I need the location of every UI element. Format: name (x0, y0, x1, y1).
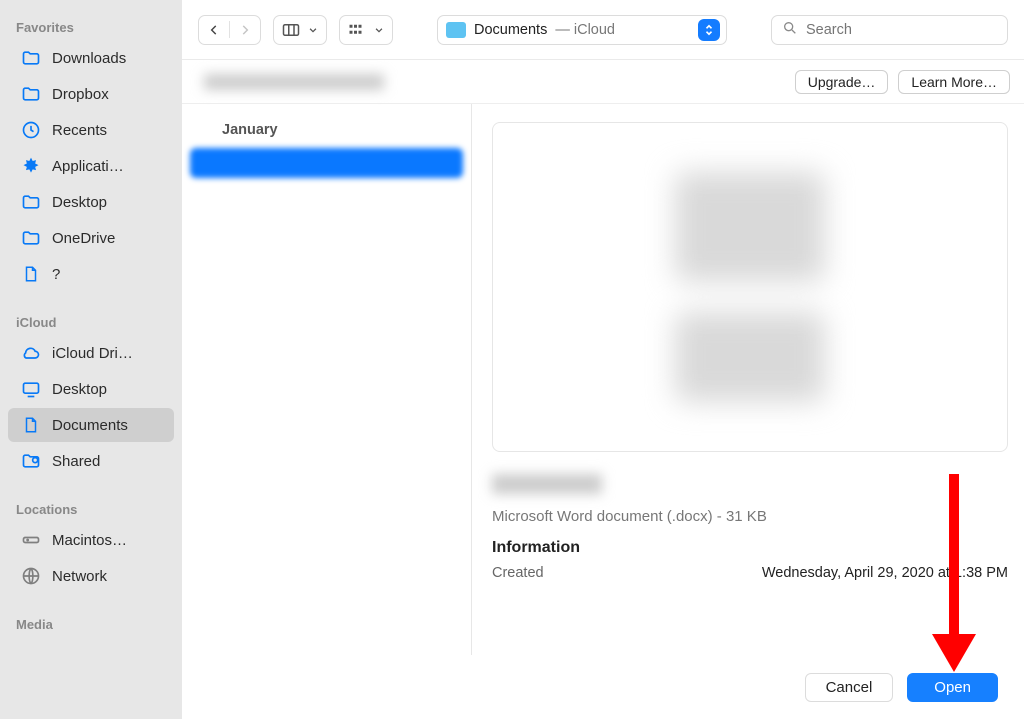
document-icon (20, 414, 42, 436)
sidebar-item-label: OneDrive (52, 230, 115, 247)
up-down-icon (698, 19, 720, 41)
location-sub: — iCloud (555, 22, 615, 38)
toolbar: Documents — iCloud (182, 0, 1024, 60)
cloud-icon (20, 342, 42, 364)
upgrade-banner: Upgrade… Learn More… (182, 60, 1024, 104)
info-value: Wednesday, April 29, 2020 at 1:38 PM (762, 565, 1008, 581)
folder-icon (20, 227, 42, 249)
cancel-button[interactable]: Cancel (805, 673, 894, 702)
shared-icon (20, 450, 42, 472)
banner-title (204, 74, 384, 90)
upgrade-button[interactable]: Upgrade… (795, 70, 889, 94)
clock-icon (20, 119, 42, 141)
sidebar-item-shared[interactable]: Shared (8, 444, 174, 478)
preview-thumbnail (675, 172, 825, 282)
sidebar: Favorites Downloads Dropbox Recents Appl… (0, 0, 182, 719)
sidebar-item-label: Recents (52, 122, 107, 139)
search-input[interactable] (806, 22, 997, 38)
sidebar-item-label: iCloud Dri… (52, 345, 133, 362)
sidebar-item-applications[interactable]: Applicati… (8, 149, 174, 183)
learn-more-button[interactable]: Learn More… (898, 70, 1010, 94)
location-name: Documents (474, 22, 547, 38)
info-heading: Information (492, 539, 1008, 557)
open-button[interactable]: Open (907, 673, 998, 702)
sidebar-item-label: Desktop (52, 194, 107, 211)
sidebar-item-label: Documents (52, 417, 128, 434)
dialog-footer: Cancel Open (182, 655, 1024, 719)
document-preview (492, 122, 1008, 452)
sidebar-section-favorites: Favorites (0, 14, 182, 39)
disk-icon (20, 529, 42, 551)
sidebar-section-icloud: iCloud (0, 309, 182, 334)
file-type-size: Microsoft Word document (.docx) - 31 KB (492, 508, 1008, 525)
nav-group (198, 15, 261, 45)
sidebar-item-label: Macintos… (52, 532, 127, 549)
file-row-selected[interactable] (190, 148, 463, 178)
sidebar-item-network[interactable]: Network (8, 559, 174, 593)
desktop-icon (20, 378, 42, 400)
group-by-dropdown[interactable] (339, 15, 393, 45)
sidebar-item-downloads[interactable]: Downloads (8, 41, 174, 75)
view-columns-dropdown[interactable] (273, 15, 327, 45)
preview-thumbnail (675, 312, 825, 402)
chevron-down-icon (374, 16, 392, 44)
search-icon (782, 20, 798, 40)
sidebar-item-desktop[interactable]: Desktop (8, 185, 174, 219)
sidebar-item-label: Desktop (52, 381, 107, 398)
folder-icon (446, 22, 466, 38)
folder-icon (20, 191, 42, 213)
folder-icon (20, 83, 42, 105)
sidebar-item-unknown[interactable]: ? (8, 257, 174, 291)
file-list-column: January (182, 104, 472, 655)
sidebar-item-documents[interactable]: Documents (8, 408, 174, 442)
sidebar-item-icloud-drive[interactable]: iCloud Dri… (8, 336, 174, 370)
sidebar-item-dropbox[interactable]: Dropbox (8, 77, 174, 111)
document-icon (20, 263, 42, 285)
sidebar-item-recents[interactable]: Recents (8, 113, 174, 147)
date-group-heading: January (182, 116, 471, 148)
sidebar-item-label: Downloads (52, 50, 126, 67)
columns-view-icon (274, 16, 308, 44)
apps-icon (20, 155, 42, 177)
sidebar-item-label: Shared (52, 453, 100, 470)
content: January Microsoft Word document (.docx) … (182, 104, 1024, 655)
globe-icon (20, 565, 42, 587)
forward-button[interactable] (230, 16, 260, 44)
group-icon (340, 16, 374, 44)
sidebar-section-locations: Locations (0, 496, 182, 521)
sidebar-item-onedrive[interactable]: OneDrive (8, 221, 174, 255)
sidebar-item-label: Applicati… (52, 158, 124, 175)
sidebar-item-label: ? (52, 266, 60, 283)
chevron-down-icon (308, 16, 326, 44)
sidebar-section-media: Media (0, 611, 182, 636)
info-label: Created (492, 565, 544, 581)
info-row-created: Created Wednesday, April 29, 2020 at 1:3… (492, 565, 1008, 581)
sidebar-item-label: Dropbox (52, 86, 109, 103)
file-name (492, 474, 602, 494)
sidebar-item-desktop-icloud[interactable]: Desktop (8, 372, 174, 406)
folder-icon (20, 47, 42, 69)
back-button[interactable] (199, 16, 229, 44)
preview-column: Microsoft Word document (.docx) - 31 KB … (472, 104, 1024, 655)
search-field[interactable] (771, 15, 1008, 45)
sidebar-item-macintosh-hd[interactable]: Macintos… (8, 523, 174, 557)
sidebar-item-label: Network (52, 568, 107, 585)
location-dropdown[interactable]: Documents — iCloud (437, 15, 727, 45)
main-area: Documents — iCloud Upgrade… Learn More… … (182, 0, 1024, 719)
